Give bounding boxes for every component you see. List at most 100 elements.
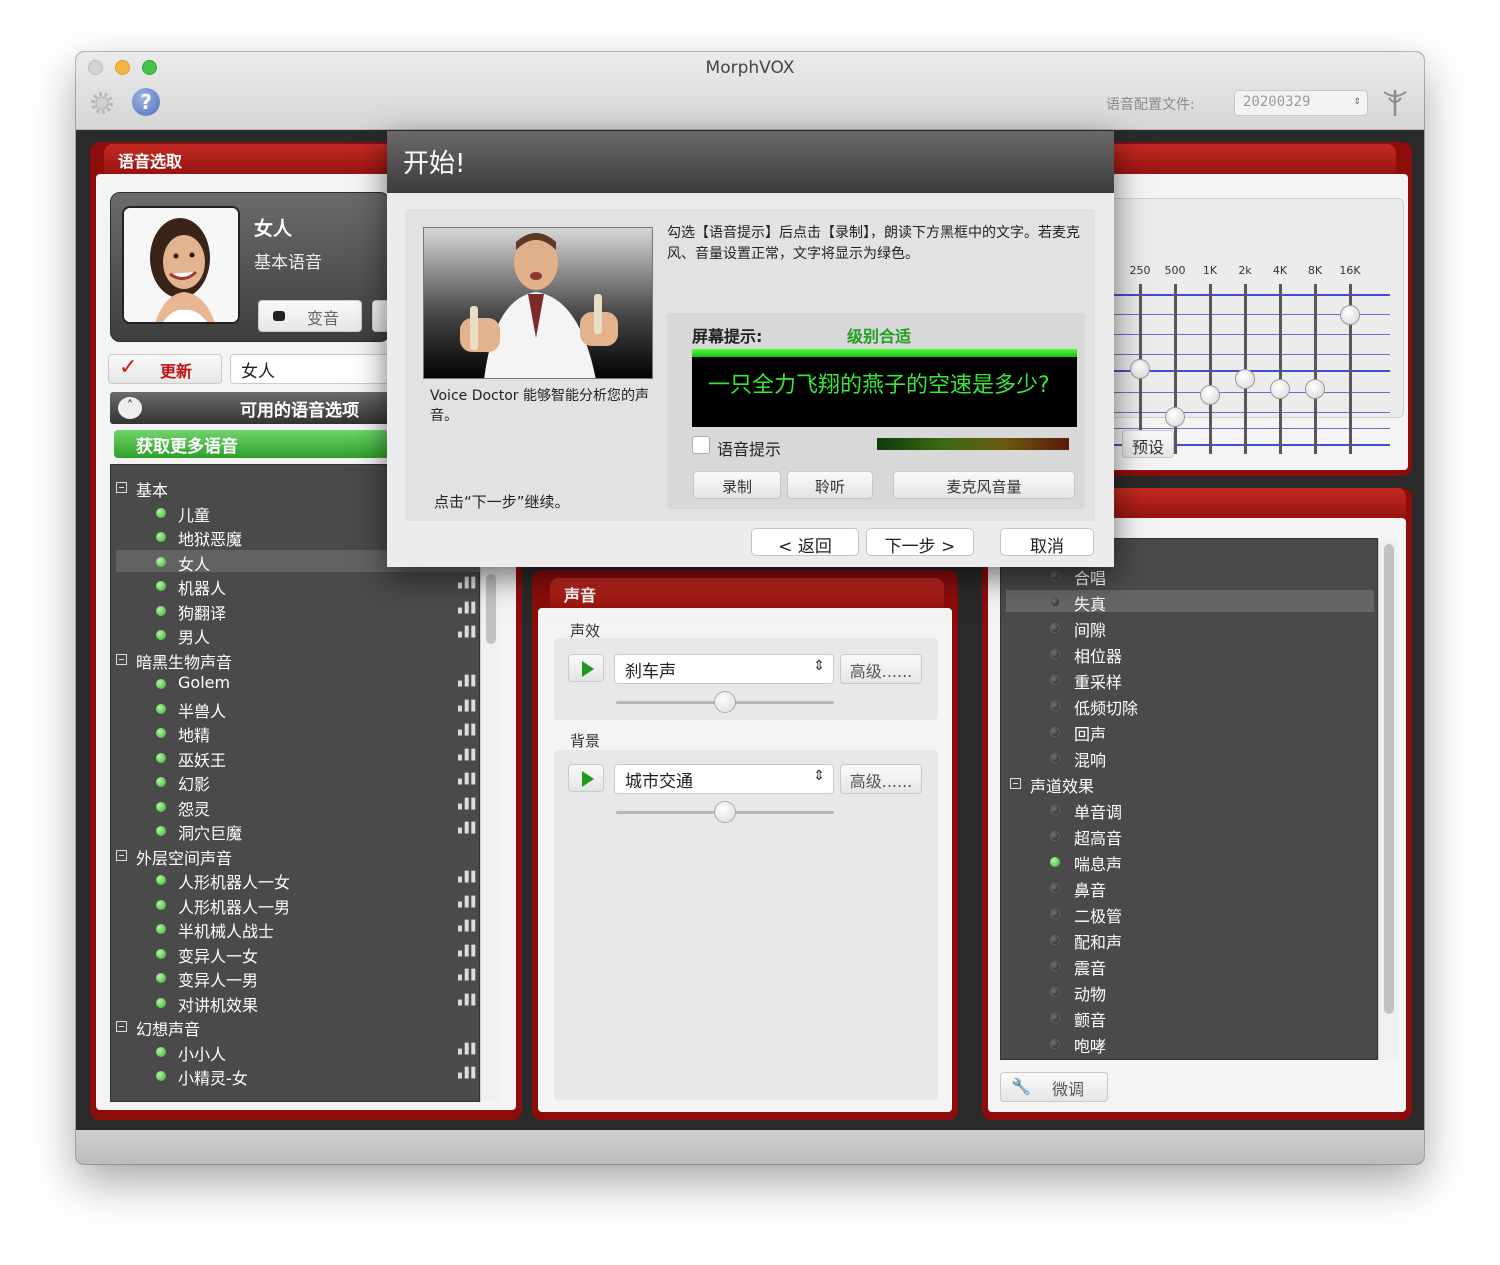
eq-band-track[interactable]	[1174, 284, 1177, 454]
effect-toggle-icon[interactable]	[1050, 1013, 1060, 1023]
voice-group-header[interactable]: 幻想声音	[116, 1015, 476, 1039]
collapse-minus-icon[interactable]	[116, 482, 127, 493]
doctor-caduceus-icon[interactable]	[1382, 86, 1408, 118]
effect-list-item[interactable]: 鼻音	[1006, 876, 1366, 900]
voice-list-item[interactable]: 变异人一女 ▖▌▌	[116, 942, 479, 966]
effect-list-item[interactable]: 动物	[1006, 980, 1366, 1004]
collapse-minus-icon[interactable]	[1010, 778, 1021, 789]
effect-toggle-icon[interactable]	[1050, 727, 1060, 737]
collapse-minus-icon[interactable]	[116, 849, 127, 861]
effect-toggle-icon[interactable]	[1050, 753, 1060, 763]
effect-list-item[interactable]: 二极管	[1006, 902, 1366, 926]
background-advanced-button[interactable]: 高级......	[840, 764, 922, 794]
tweak-button[interactable]: 🔧 微调	[1000, 1072, 1108, 1102]
effect-toggle-icon[interactable]	[1050, 961, 1060, 971]
voice-list-item[interactable]: 地精 ▖▌▌	[116, 721, 479, 745]
listen-button[interactable]: 聆听	[787, 471, 873, 499]
record-button[interactable]: 录制	[693, 471, 781, 499]
voice-name-field[interactable]: 女人	[230, 354, 390, 384]
effect-list-item[interactable]: 超高音	[1006, 824, 1366, 848]
effect-list-item[interactable]: 合唱	[1006, 564, 1366, 588]
mic-volume-button[interactable]: 麦克风音量	[893, 471, 1075, 499]
scrollbar-thumb[interactable]	[486, 574, 496, 644]
effect-list-item[interactable]: 间隙	[1006, 616, 1366, 640]
effect-toggle-icon[interactable]	[1050, 857, 1060, 867]
voice-list-item[interactable]: 洞穴巨魔 ▖▌▌	[116, 819, 479, 843]
effect-toggle-icon[interactable]	[1050, 675, 1060, 685]
voice-hint-checkbox[interactable]	[692, 436, 710, 454]
effect-toggle-icon[interactable]	[1050, 649, 1060, 659]
eq-band-track[interactable]	[1314, 284, 1317, 454]
effect-toggle-icon[interactable]	[1050, 571, 1060, 581]
next-button[interactable]: 下一步 >	[866, 528, 974, 557]
effect-list-item[interactable]: 单音调	[1006, 798, 1366, 822]
voice-list-item[interactable]: 人形机器人一女 ▖▌▌	[116, 868, 479, 892]
effect-list-item[interactable]: 失真	[1006, 590, 1366, 614]
effect-list-item[interactable]: 震音	[1006, 954, 1366, 978]
effect-list-item[interactable]: 混响	[1006, 746, 1366, 770]
voice-group-header[interactable]: 外层空间声音	[116, 844, 476, 868]
voice-list-item[interactable]: 机器人 ▖▌▌	[116, 574, 479, 598]
voice-list-item[interactable]: 狗翻译 ▖▌▌	[116, 599, 479, 623]
effects-list-scrollbar[interactable]	[1378, 538, 1398, 1060]
profile-select[interactable]: 20200329 ⇕	[1234, 90, 1368, 116]
scrollbar-thumb[interactable]	[1384, 544, 1394, 1014]
effect-list-item[interactable]: 颤音	[1006, 1006, 1366, 1030]
voice-list-item[interactable]: 人形机器人一男 ▖▌▌	[116, 893, 479, 917]
effect-volume-slider[interactable]	[714, 691, 736, 713]
preset-button[interactable]: 预设	[1122, 430, 1174, 458]
morph-toggle-button[interactable]: 变音	[258, 300, 362, 332]
effect-advanced-button[interactable]: 高级......	[840, 654, 922, 684]
effect-group-header[interactable]: 声道效果	[1006, 772, 1366, 796]
collapse-minus-icon[interactable]	[116, 653, 127, 665]
eq-band-track[interactable]	[1279, 284, 1282, 454]
effect-toggle-icon[interactable]	[1050, 1039, 1060, 1049]
voice-list-item[interactable]: 小小人 ▖▌▌	[116, 1040, 479, 1064]
voice-list-item[interactable]: Golem ▖▌▌	[116, 672, 479, 696]
collapse-icon[interactable]: ˄	[118, 397, 142, 419]
eq-band-slider[interactable]	[1130, 359, 1150, 379]
voice-list-item[interactable]: 半兽人 ▖▌▌	[116, 697, 479, 721]
settings-gear-icon[interactable]	[88, 89, 116, 117]
effect-list-item[interactable]: 喘息声	[1006, 850, 1366, 874]
voice-list-item[interactable]: 变异人一男 ▖▌▌	[116, 966, 479, 990]
update-button[interactable]: ✓ 更新	[108, 354, 222, 384]
effect-list-item[interactable]: 相位器	[1006, 642, 1366, 666]
effect-toggle-icon[interactable]	[1050, 597, 1060, 607]
eq-band-slider[interactable]	[1200, 384, 1220, 405]
voice-list-item[interactable]: 对讲机效果 ▖▌▌	[116, 991, 479, 1015]
effect-toggle-icon[interactable]	[1050, 831, 1060, 841]
play-background-button[interactable]	[568, 764, 604, 792]
effect-list-item[interactable]: 重采样	[1006, 668, 1366, 692]
eq-band-slider[interactable]	[1165, 406, 1185, 427]
voice-list-item[interactable]: 男人 ▖▌▌	[116, 623, 479, 647]
eq-band-slider[interactable]	[1340, 304, 1360, 325]
effect-toggle-icon[interactable]	[1050, 805, 1060, 815]
get-more-voices-button[interactable]: 获取更多语音	[114, 430, 390, 458]
voice-list-item[interactable]: 小精灵-女 ▖▌▌	[116, 1064, 479, 1088]
voice-group-header[interactable]: 暗黑生物声音	[116, 648, 476, 672]
voice-list-item[interactable]: 巫妖王 ▖▌▌	[116, 746, 479, 770]
effect-select[interactable]: 刹车声 ⇕	[614, 654, 834, 684]
effect-list-item[interactable]: 回声	[1006, 720, 1366, 744]
background-select[interactable]: 城市交通 ⇕	[614, 764, 834, 794]
effect-toggle-icon[interactable]	[1050, 623, 1060, 633]
voice-list-item[interactable]: 幻影 ▖▌▌	[116, 770, 479, 794]
help-icon[interactable]: ?	[132, 88, 160, 116]
effect-toggle-icon[interactable]	[1050, 701, 1060, 711]
effect-list-item[interactable]: 低频切除	[1006, 694, 1366, 718]
voice-hint-label[interactable]: 语音提示	[717, 436, 781, 460]
back-button[interactable]: < 返回	[751, 528, 859, 557]
effect-list-item[interactable]: 配和声	[1006, 928, 1366, 952]
effect-toggle-icon[interactable]	[1050, 909, 1060, 919]
effect-toggle-icon[interactable]	[1050, 987, 1060, 997]
effect-list-item[interactable]: 咆哮	[1006, 1032, 1366, 1056]
effect-toggle-icon[interactable]	[1050, 935, 1060, 945]
collapse-minus-icon[interactable]	[116, 1021, 127, 1032]
voice-list-item[interactable]: 半机械人战士 ▖▌▌	[116, 917, 479, 941]
effect-toggle-icon[interactable]	[1050, 883, 1060, 893]
eq-band-track[interactable]	[1209, 284, 1212, 454]
play-effect-button[interactable]	[568, 654, 604, 682]
voice-list-item[interactable]: 怨灵 ▖▌▌	[116, 795, 479, 819]
background-volume-slider[interactable]	[714, 801, 736, 823]
